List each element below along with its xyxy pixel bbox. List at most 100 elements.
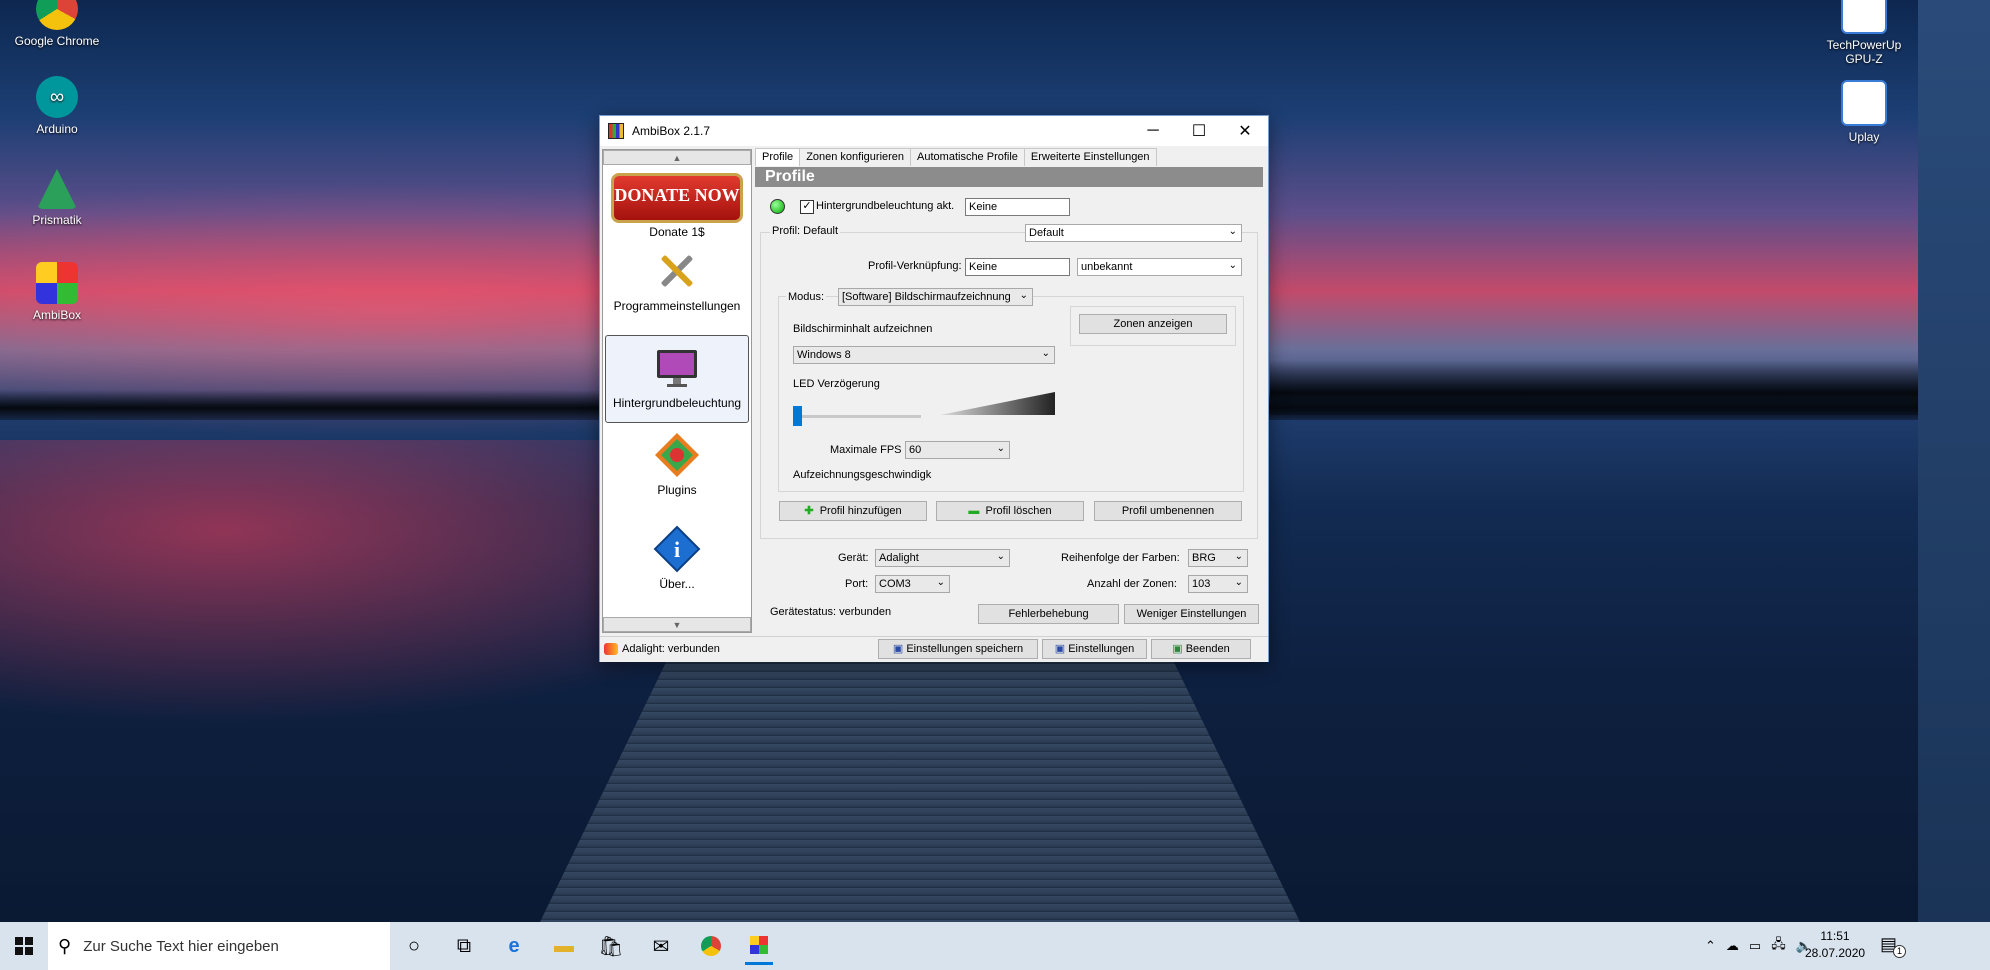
sidebar-item-plugins[interactable]: Plugins bbox=[606, 431, 748, 517]
search-placeholder: Zur Suche Text hier eingeben bbox=[83, 937, 279, 955]
rename-profile-button[interactable]: Profil umbenennen bbox=[1094, 501, 1242, 521]
settings-icon: ▣ bbox=[1054, 643, 1066, 655]
storage-icon[interactable]: ▭ bbox=[1749, 938, 1761, 954]
store-icon[interactable]: 🛍 bbox=[597, 932, 625, 960]
close-button[interactable]: ✕ bbox=[1222, 116, 1268, 146]
chrome-icon bbox=[36, 0, 78, 30]
desktop-icon-gpuz[interactable]: TechPowerUp GPU-Z bbox=[1812, 0, 1916, 66]
sidebar-item-ueber[interactable]: i Über... bbox=[606, 525, 748, 611]
exit-icon: ▣ bbox=[1172, 643, 1183, 655]
desktop-icon-label: Google Chrome bbox=[14, 34, 100, 48]
ambibox-taskbar-icon[interactable] bbox=[745, 928, 773, 965]
sidebar-item-label: Hintergrundbeleuchtung bbox=[612, 396, 742, 410]
search-icon: ⚲ bbox=[58, 935, 72, 956]
sidebar-item-hintergrundbeleuchtung[interactable]: Hintergrundbeleuchtung bbox=[605, 335, 749, 423]
device-status-text: Gerätestatus: verbunden bbox=[770, 606, 892, 618]
port-select-value: COM3 bbox=[879, 578, 911, 590]
profile-select-value: Default bbox=[1029, 227, 1064, 239]
port-select[interactable]: COM3 ⌄ bbox=[875, 575, 950, 593]
status-bar: Adalight: verbunden ▣ Einstellungen spei… bbox=[600, 636, 1268, 662]
cloud-icon[interactable]: ☁ bbox=[1726, 938, 1739, 954]
desktop-icon-ambibox[interactable]: AmbiBox bbox=[12, 262, 102, 322]
mode-label: Modus: bbox=[786, 291, 827, 303]
tab-automatische-profile[interactable]: Automatische Profile bbox=[910, 148, 1025, 166]
notification-badge: 1 bbox=[1893, 945, 1906, 958]
sidebar-item-programmeinstellungen[interactable]: Programmeinstellungen bbox=[606, 247, 748, 333]
max-fps-label: Maximale FPS bbox=[830, 444, 902, 456]
tab-bar: Profile Zonen konfigurieren Automatische… bbox=[755, 148, 1157, 166]
capture-select[interactable]: Windows 8 ⌄ bbox=[793, 346, 1055, 364]
edge-icon[interactable]: e bbox=[500, 932, 528, 960]
tab-erweiterte-einstellungen[interactable]: Erweiterte Einstellungen bbox=[1023, 148, 1157, 166]
zones-count-value: 103 bbox=[1192, 578, 1211, 590]
network-icon[interactable]: 🖧 bbox=[1771, 935, 1786, 957]
sidebar-scroll-down-button[interactable]: ▼ bbox=[603, 617, 751, 632]
profile-link-input[interactable]: Keine bbox=[965, 258, 1070, 276]
profile-select[interactable]: Default ⌄ bbox=[1025, 224, 1242, 242]
donate-item[interactable]: DONATE NOW Donate 1$ bbox=[606, 173, 748, 239]
quit-button[interactable]: ▣ Beenden bbox=[1151, 639, 1251, 659]
mode-select[interactable]: [Software] Bildschirmaufzeichnung ⌄ bbox=[838, 288, 1033, 306]
backlight-checkbox[interactable]: ✓ bbox=[800, 200, 814, 214]
chevron-up-icon[interactable]: ⌃ bbox=[1705, 938, 1716, 954]
desktop-icon-prismatik[interactable]: Prismatik bbox=[12, 169, 102, 227]
led-delay-slider[interactable] bbox=[793, 406, 921, 426]
slider-thumb[interactable] bbox=[793, 406, 802, 426]
sidebar-item-label: Über... bbox=[659, 577, 695, 591]
taskbar-search[interactable]: ⚲ Zur Suche Text hier eingeben bbox=[48, 922, 390, 970]
cortana-icon[interactable]: ○ bbox=[400, 932, 428, 960]
system-tray: ⌃ ☁ ▭ 🖧 🔈 bbox=[1705, 922, 1812, 970]
gpuz-icon bbox=[1841, 0, 1887, 34]
title-bar[interactable]: AmbiBox 2.1.7 ─ ☐ ✕ bbox=[600, 116, 1268, 146]
chrome-icon bbox=[701, 936, 721, 956]
mode-select-value: [Software] Bildschirmaufzeichnung bbox=[842, 291, 1011, 303]
less-settings-button[interactable]: Weniger Einstellungen bbox=[1124, 604, 1259, 624]
troubleshoot-button[interactable]: Fehlerbehebung bbox=[978, 604, 1119, 624]
desktop-icon-arduino[interactable]: ∞ Arduino bbox=[12, 76, 102, 136]
ambibox-window: AmbiBox 2.1.7 ─ ☐ ✕ ▲ DONATE NOW Donate … bbox=[599, 115, 1269, 662]
donate-banner[interactable]: DONATE NOW bbox=[611, 173, 743, 223]
tools-icon bbox=[653, 247, 701, 295]
notification-center-button[interactable]: ▤ 1 bbox=[1880, 934, 1906, 958]
desktop-icon-label: Prismatik bbox=[32, 213, 82, 227]
chevron-down-icon: ⌄ bbox=[936, 577, 945, 588]
windows-logo-icon bbox=[15, 937, 33, 955]
task-view-icon[interactable]: ⧉ bbox=[450, 932, 478, 960]
desktop-icon-label: AmbiBox bbox=[32, 308, 82, 322]
chrome-taskbar-icon[interactable] bbox=[697, 932, 725, 960]
tab-zonen-konfigurieren[interactable]: Zonen konfigurieren bbox=[799, 148, 912, 166]
profile-link-select[interactable]: unbekannt ⌄ bbox=[1077, 258, 1242, 276]
zones-count-select[interactable]: 103 ⌄ bbox=[1188, 575, 1248, 593]
clock[interactable]: 11:51 28.07.2020 bbox=[1805, 928, 1865, 962]
slider-track bbox=[793, 415, 921, 418]
delete-profile-button[interactable]: ▬ Profil löschen bbox=[936, 501, 1084, 521]
max-fps-value: 60 bbox=[909, 444, 922, 456]
statusbar-status-text: Adalight: verbunden bbox=[622, 643, 720, 655]
maximize-button[interactable]: ☐ bbox=[1176, 116, 1222, 146]
desktop-icon-chrome[interactable]: Google Chrome bbox=[12, 0, 102, 48]
tab-profile[interactable]: Profile bbox=[755, 148, 801, 166]
backlight-hotkey-input[interactable]: Keine bbox=[965, 198, 1070, 216]
device-select[interactable]: Adalight ⌄ bbox=[875, 549, 1010, 567]
profile-link-select-value: unbekannt bbox=[1081, 261, 1133, 273]
uplay-icon bbox=[1841, 80, 1887, 126]
delete-profile-label: Profil löschen bbox=[985, 505, 1052, 517]
save-settings-button[interactable]: ▣ Einstellungen speichern bbox=[878, 639, 1038, 659]
color-order-label: Reihenfolge der Farben: bbox=[1061, 552, 1180, 564]
info-icon: i bbox=[653, 525, 701, 573]
desktop-icon-uplay[interactable]: Uplay bbox=[1812, 80, 1916, 144]
file-explorer-icon[interactable]: ▬ bbox=[550, 932, 578, 960]
prismatik-icon bbox=[37, 169, 77, 209]
svg-text:i: i bbox=[674, 537, 680, 562]
max-fps-select[interactable]: 60 ⌄ bbox=[905, 441, 1010, 459]
minimize-button[interactable]: ─ bbox=[1130, 116, 1176, 146]
add-profile-button[interactable]: ✚ Profil hinzufügen bbox=[779, 501, 927, 521]
mail-icon[interactable]: ✉ bbox=[647, 932, 675, 960]
chevron-down-icon: ⌄ bbox=[996, 443, 1005, 454]
start-button[interactable] bbox=[10, 932, 38, 960]
section-title: Profile bbox=[755, 167, 1263, 187]
color-order-select[interactable]: BRG ⌄ bbox=[1188, 549, 1248, 567]
chevron-down-icon: ⌄ bbox=[996, 551, 1005, 562]
sidebar-scroll-up-button[interactable]: ▲ bbox=[603, 150, 751, 165]
settings-button[interactable]: ▣ Einstellungen bbox=[1042, 639, 1147, 659]
